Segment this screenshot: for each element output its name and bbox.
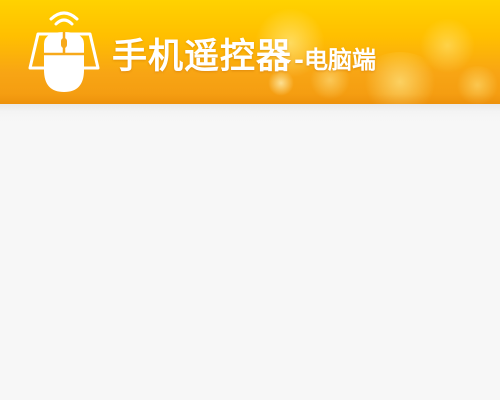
app-window: 手机遥控器 -电脑端 [0,0,500,400]
main-content-area [0,104,500,400]
bokeh-light [420,18,475,73]
bokeh-light [455,66,500,104]
wireless-mouse-icon [28,11,100,92]
title-main: 手机遥控器 [112,37,293,77]
header-banner: 手机遥控器 -电脑端 [0,0,500,104]
app-title: 手机遥控器 -电脑端 [112,28,376,77]
title-subtitle: -电脑端 [294,46,376,74]
